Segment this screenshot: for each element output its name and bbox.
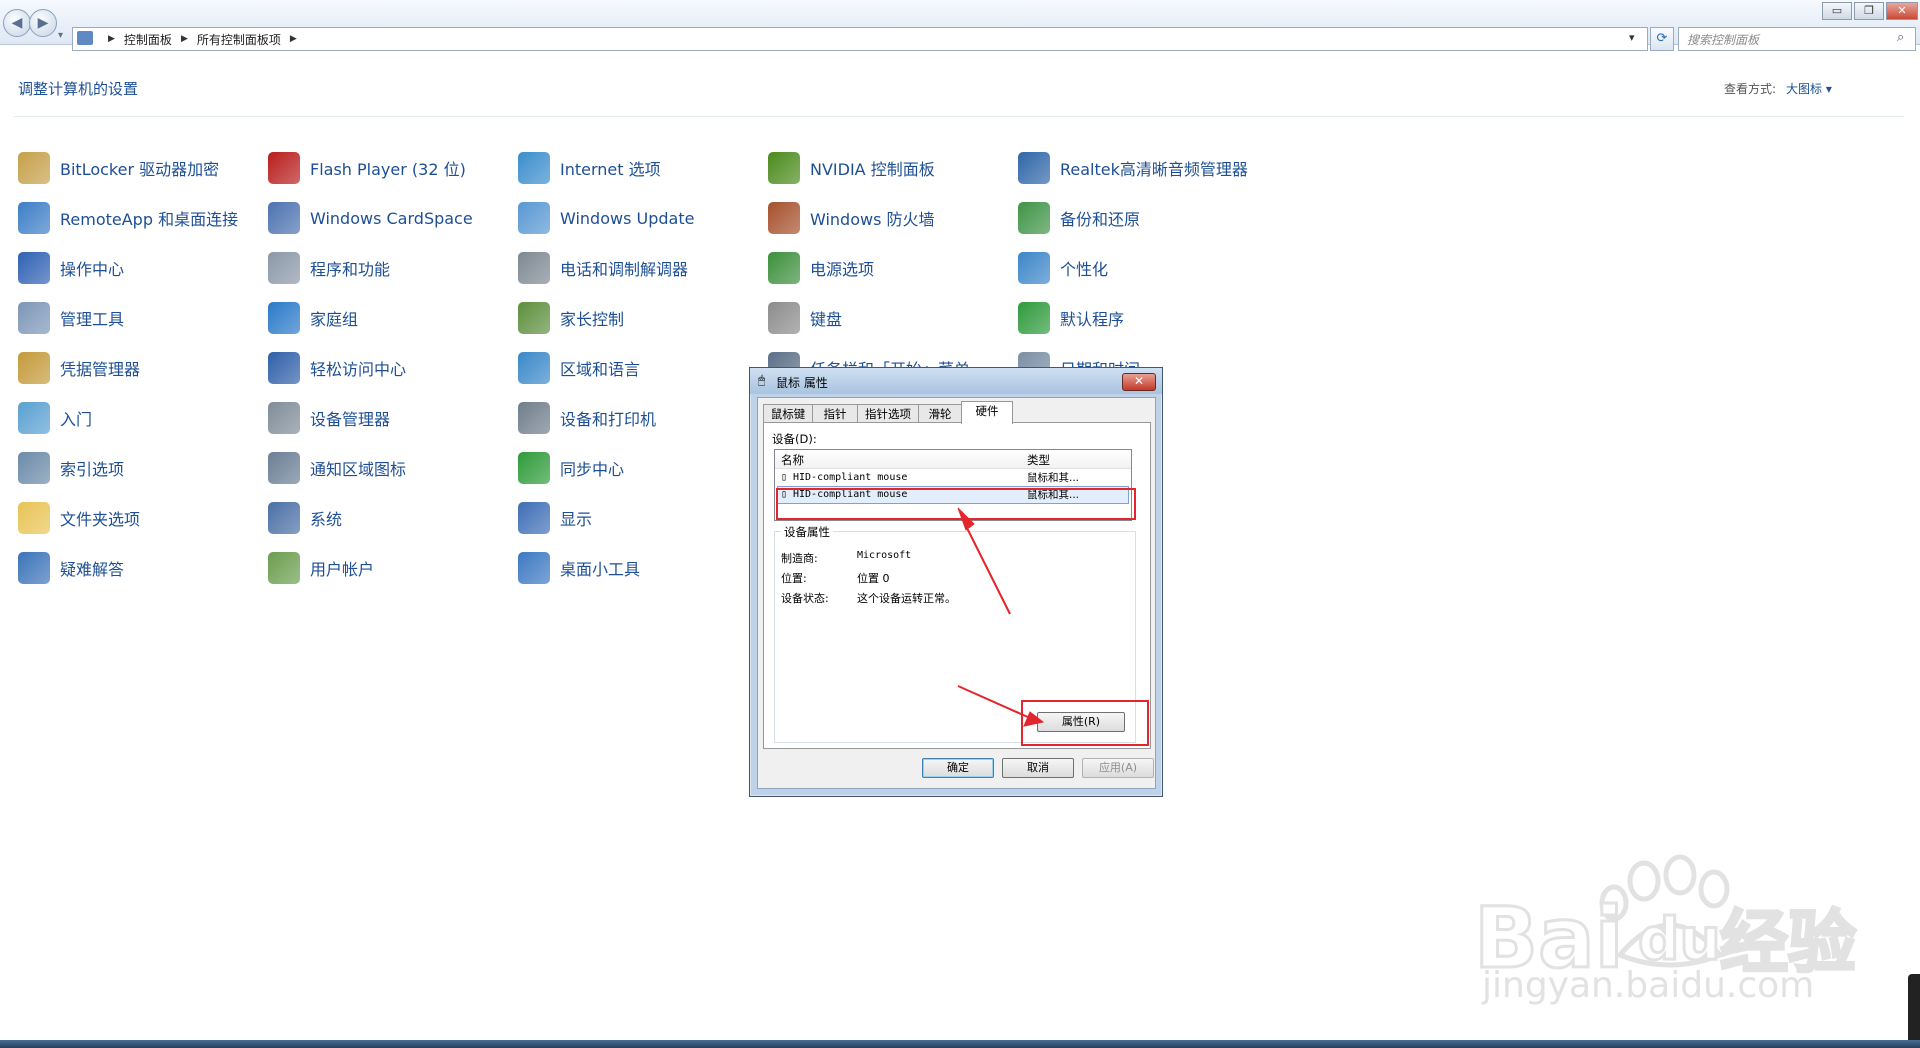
taskbar	[0, 1040, 1920, 1048]
annotation-arrowhead-row	[957, 507, 975, 531]
baidu-jingyan-watermark: Bai du 经验 jingyan.baidu.com	[1470, 835, 1870, 1006]
annotation-arrow-to-row	[961, 517, 1011, 615]
watermark-du: du	[1637, 904, 1723, 975]
edge-handle	[1908, 974, 1920, 1040]
watermark-url: jingyan.baidu.com	[1482, 965, 1815, 1006]
annotation-arrow-to-button	[957, 685, 1031, 719]
tab-hardware[interactable]: 硬件	[961, 401, 1013, 424]
annotation-arrowhead-button	[1023, 711, 1045, 727]
